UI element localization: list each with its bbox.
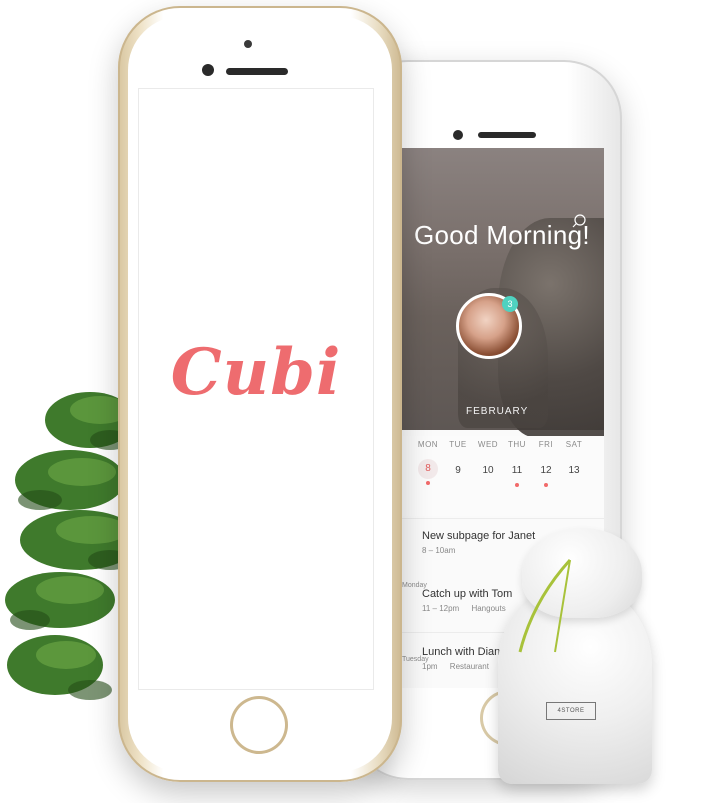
bag-string	[518, 558, 572, 653]
home-button[interactable]	[230, 696, 288, 754]
app-logo: Cubi	[170, 335, 342, 410]
day-tue[interactable]: TUE 9	[444, 440, 472, 481]
day-sat[interactable]: SAT 13	[560, 440, 588, 481]
camera-icon	[202, 64, 214, 76]
splash-screen: Cubi	[138, 88, 374, 690]
camera-icon	[453, 130, 463, 140]
speaker-grille	[478, 132, 536, 138]
day-date: 13	[568, 465, 580, 476]
bag-label: 4STORE	[546, 702, 596, 720]
event-dot	[426, 481, 430, 485]
event-dot	[515, 483, 519, 487]
event-dot	[544, 483, 548, 487]
day-name: MON	[417, 440, 439, 449]
day-thu[interactable]: THU 11	[503, 440, 531, 487]
notification-badge: 3	[502, 296, 518, 312]
greeting-title: Good Morning!	[414, 220, 590, 250]
week-strip: MON 8 TUE 9 WED 10 THU 11 FRI 12 SAT 13	[398, 436, 604, 516]
day-date: 12	[540, 465, 552, 476]
search-icon[interactable]	[572, 214, 586, 228]
day-name: TUE	[449, 440, 467, 449]
event-time: 1pm	[422, 662, 438, 671]
day-name: FRI	[538, 440, 554, 449]
divider	[398, 518, 604, 519]
speaker-grille	[226, 68, 288, 75]
day-name: SAT	[565, 440, 583, 449]
drawstring-bag: 4STORE	[492, 528, 660, 788]
day-name: WED	[477, 440, 499, 449]
day-wed[interactable]: WED 10	[474, 440, 502, 481]
day-name: THU	[508, 440, 526, 449]
month-label: FEBRUARY	[466, 406, 529, 417]
header-hero: Good Morning! 3 FEBRUARY	[398, 148, 604, 438]
day-fri[interactable]: FRI 12	[532, 440, 560, 487]
event-time: 11 – 12pm	[422, 604, 460, 613]
event-place: Restaurant	[449, 662, 489, 671]
day-date: 8	[418, 459, 438, 479]
day-date: 10	[482, 465, 494, 476]
front-camera-icon	[244, 40, 252, 48]
day-date: 11	[511, 465, 523, 476]
day-mon[interactable]: MON 8	[414, 440, 442, 485]
day-date: 9	[455, 465, 461, 476]
